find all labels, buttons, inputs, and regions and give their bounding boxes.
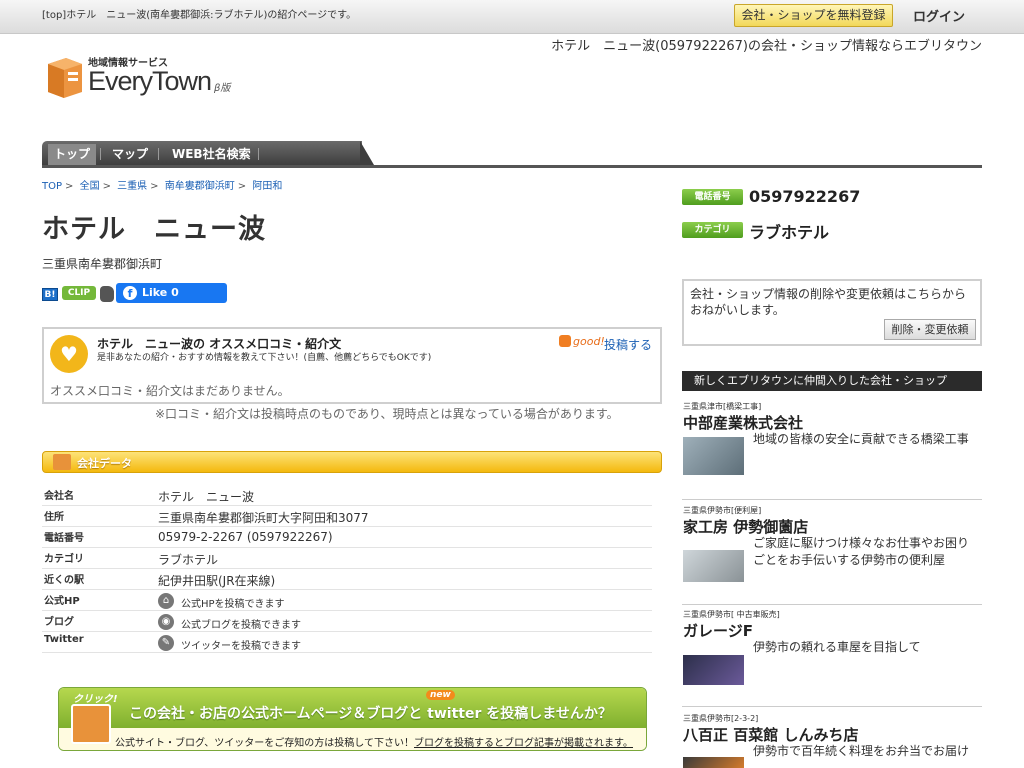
change-request-box: 会社・ショップ情報の削除や変更依頼はこちらからおねがいします。 削除・変更依頼	[682, 279, 982, 346]
site-tagline: ホテル ニュー波(0597922267)の会社・ショップ情報ならエブリタウン	[551, 39, 982, 54]
table-row: Twitter ✎ ツイッターを投稿できます	[42, 632, 652, 653]
table-row: 住所 三重県南牟婁郡御浜町大字阿田和3077	[42, 506, 652, 527]
main-nav: トップ マップ WEB社名検索	[42, 141, 982, 168]
breadcrumb-area[interactable]: 阿田和	[252, 181, 282, 192]
nav-top[interactable]: トップ	[48, 144, 97, 165]
phone-label: 電話番号	[682, 189, 743, 205]
breadcrumb: TOP > 全国 > 三重県 > 南牟婁郡御浜町 > 阿田和	[42, 181, 283, 192]
table-row: ブログ ◉ 公式ブログを投稿できます	[42, 611, 652, 632]
category-label: カテゴリ	[682, 222, 743, 238]
post-website-banner[interactable]: クリック! new この会社・お店の公式ホームページ＆ブログと twitter …	[58, 687, 647, 751]
twitter-bird-icon: ✎	[158, 635, 174, 651]
beta-badge: β版	[214, 83, 231, 94]
company-thumbnail[interactable]	[683, 550, 744, 582]
company-data-table: 会社名 ホテル ニュー波 住所 三重県南牟婁郡御浜町大字阿田和3077 電話番号…	[42, 485, 652, 653]
banner-message: この会社・お店の公式ホームページ＆ブログと twitter を投稿しませんか？	[129, 706, 612, 722]
post-review-link[interactable]: 投稿する	[604, 336, 652, 353]
post-blog-link[interactable]: 公式ブログを投稿できます	[181, 616, 301, 631]
box-icon	[53, 454, 71, 470]
post-twitter-link[interactable]: ツイッターを投稿できます	[181, 637, 301, 652]
phone-number: 0597922267	[749, 187, 861, 206]
site-logo[interactable]: 地域情報サービス EveryTown β版	[44, 54, 244, 100]
facebook-like-label: Like 0	[142, 286, 179, 299]
company-name-link[interactable]: ガレージF	[683, 620, 753, 641]
page-intro-text: [top]ホテル ニュー波(南牟婁郡御浜:ラブホテル)の紹介ページです。	[42, 10, 357, 21]
table-row: 電話番号 05979-2-2267 (0597922267)	[42, 527, 652, 548]
table-row: カテゴリ ラブホテル	[42, 548, 652, 569]
nav-map[interactable]: マップ	[112, 145, 148, 163]
banner-subtext: 公式サイト・ブログ、ツイッターをご存知の方は投稿して下さい！	[115, 738, 414, 749]
company-thumbnail[interactable]	[683, 437, 744, 475]
company-name-link[interactable]: 中部産業株式会社	[683, 412, 803, 433]
change-request-button[interactable]: 削除・変更依頼	[884, 319, 976, 340]
thumbs-up-icon	[559, 335, 571, 347]
page-title: ホテル ニュー波	[42, 214, 266, 245]
home-icon: ⌂	[158, 593, 174, 609]
clip-button[interactable]: CLIP	[62, 286, 96, 300]
address-summary: 三重県南牟婁郡御浜町	[42, 257, 163, 271]
reviews-empty-text: オススメ口コミ・紹介文はまだありません。	[50, 384, 290, 398]
facebook-icon: f	[123, 286, 137, 300]
new-badge: new	[426, 690, 455, 700]
breadcrumb-top[interactable]: TOP	[42, 181, 62, 192]
logo-wordmark: EveryTown	[88, 66, 212, 96]
hatena-bookmark-icon[interactable]: B!	[42, 288, 58, 301]
change-request-text: 会社・ショップ情報の削除や変更依頼はこちらからおねがいします。	[690, 287, 967, 317]
banner-sublink[interactable]: ブログを投稿するとブログ記事が掲載されます。	[414, 738, 633, 749]
company-data-heading: 会社データ	[42, 451, 662, 473]
new-companies-heading: 新しくエブリタウンに仲間入りした会社・ショップ	[682, 371, 982, 391]
company-name-link[interactable]: 八百正 百菜館 しんみち店	[683, 724, 858, 745]
company-thumbnail[interactable]	[683, 655, 744, 685]
logo-box-icon	[48, 58, 82, 98]
click-label: クリック!	[73, 694, 118, 705]
table-row: 公式HP ⌂ 公式HPを投稿できます	[42, 590, 652, 611]
good-badge: good!	[559, 335, 605, 348]
evernote-icon[interactable]	[100, 286, 114, 302]
breadcrumb-town[interactable]: 南牟婁郡御浜町	[165, 181, 235, 192]
rss-icon: ◉	[158, 614, 174, 630]
heart-hand-icon: ♥	[50, 335, 88, 373]
post-homepage-link[interactable]: 公式HPを投稿できます	[181, 595, 285, 610]
facebook-like-button[interactable]: f Like 0	[116, 283, 227, 303]
box-icon	[71, 704, 111, 744]
table-row: 会社名 ホテル ニュー波	[42, 485, 652, 506]
reviews-disclaimer: ※口コミ・紹介文は投稿時点のものであり、現時点とは異なっている場合があります。	[155, 407, 619, 421]
reviews-subtitle: 是非あなたの紹介・おすすめ情報を教えて下さい！(自薦、他薦どちらでもOKです)	[97, 353, 432, 363]
reviews-box: ♥ ホテル ニュー波の オススメ口コミ・紹介文 是非あなたの紹介・おすすめ情報を…	[42, 327, 662, 404]
register-company-button[interactable]: 会社・ショップを無料登録	[734, 4, 893, 27]
company-thumbnail[interactable]	[683, 757, 744, 768]
nav-web-company-search[interactable]: WEB社名検索	[172, 145, 251, 163]
top-bar: [top]ホテル ニュー波(南牟婁郡御浜:ラブホテル)の紹介ページです。 会社・…	[0, 0, 1024, 34]
breadcrumb-prefecture[interactable]: 三重県	[117, 181, 147, 192]
table-row: 近くの駅 紀伊井田駅(JR在来線)	[42, 569, 652, 590]
breadcrumb-nationwide[interactable]: 全国	[80, 181, 100, 192]
company-name-link[interactable]: 家工房 伊勢御薗店	[683, 516, 808, 537]
login-link[interactable]: ログイン	[913, 6, 965, 25]
category-value: ラブホテル	[749, 223, 830, 242]
